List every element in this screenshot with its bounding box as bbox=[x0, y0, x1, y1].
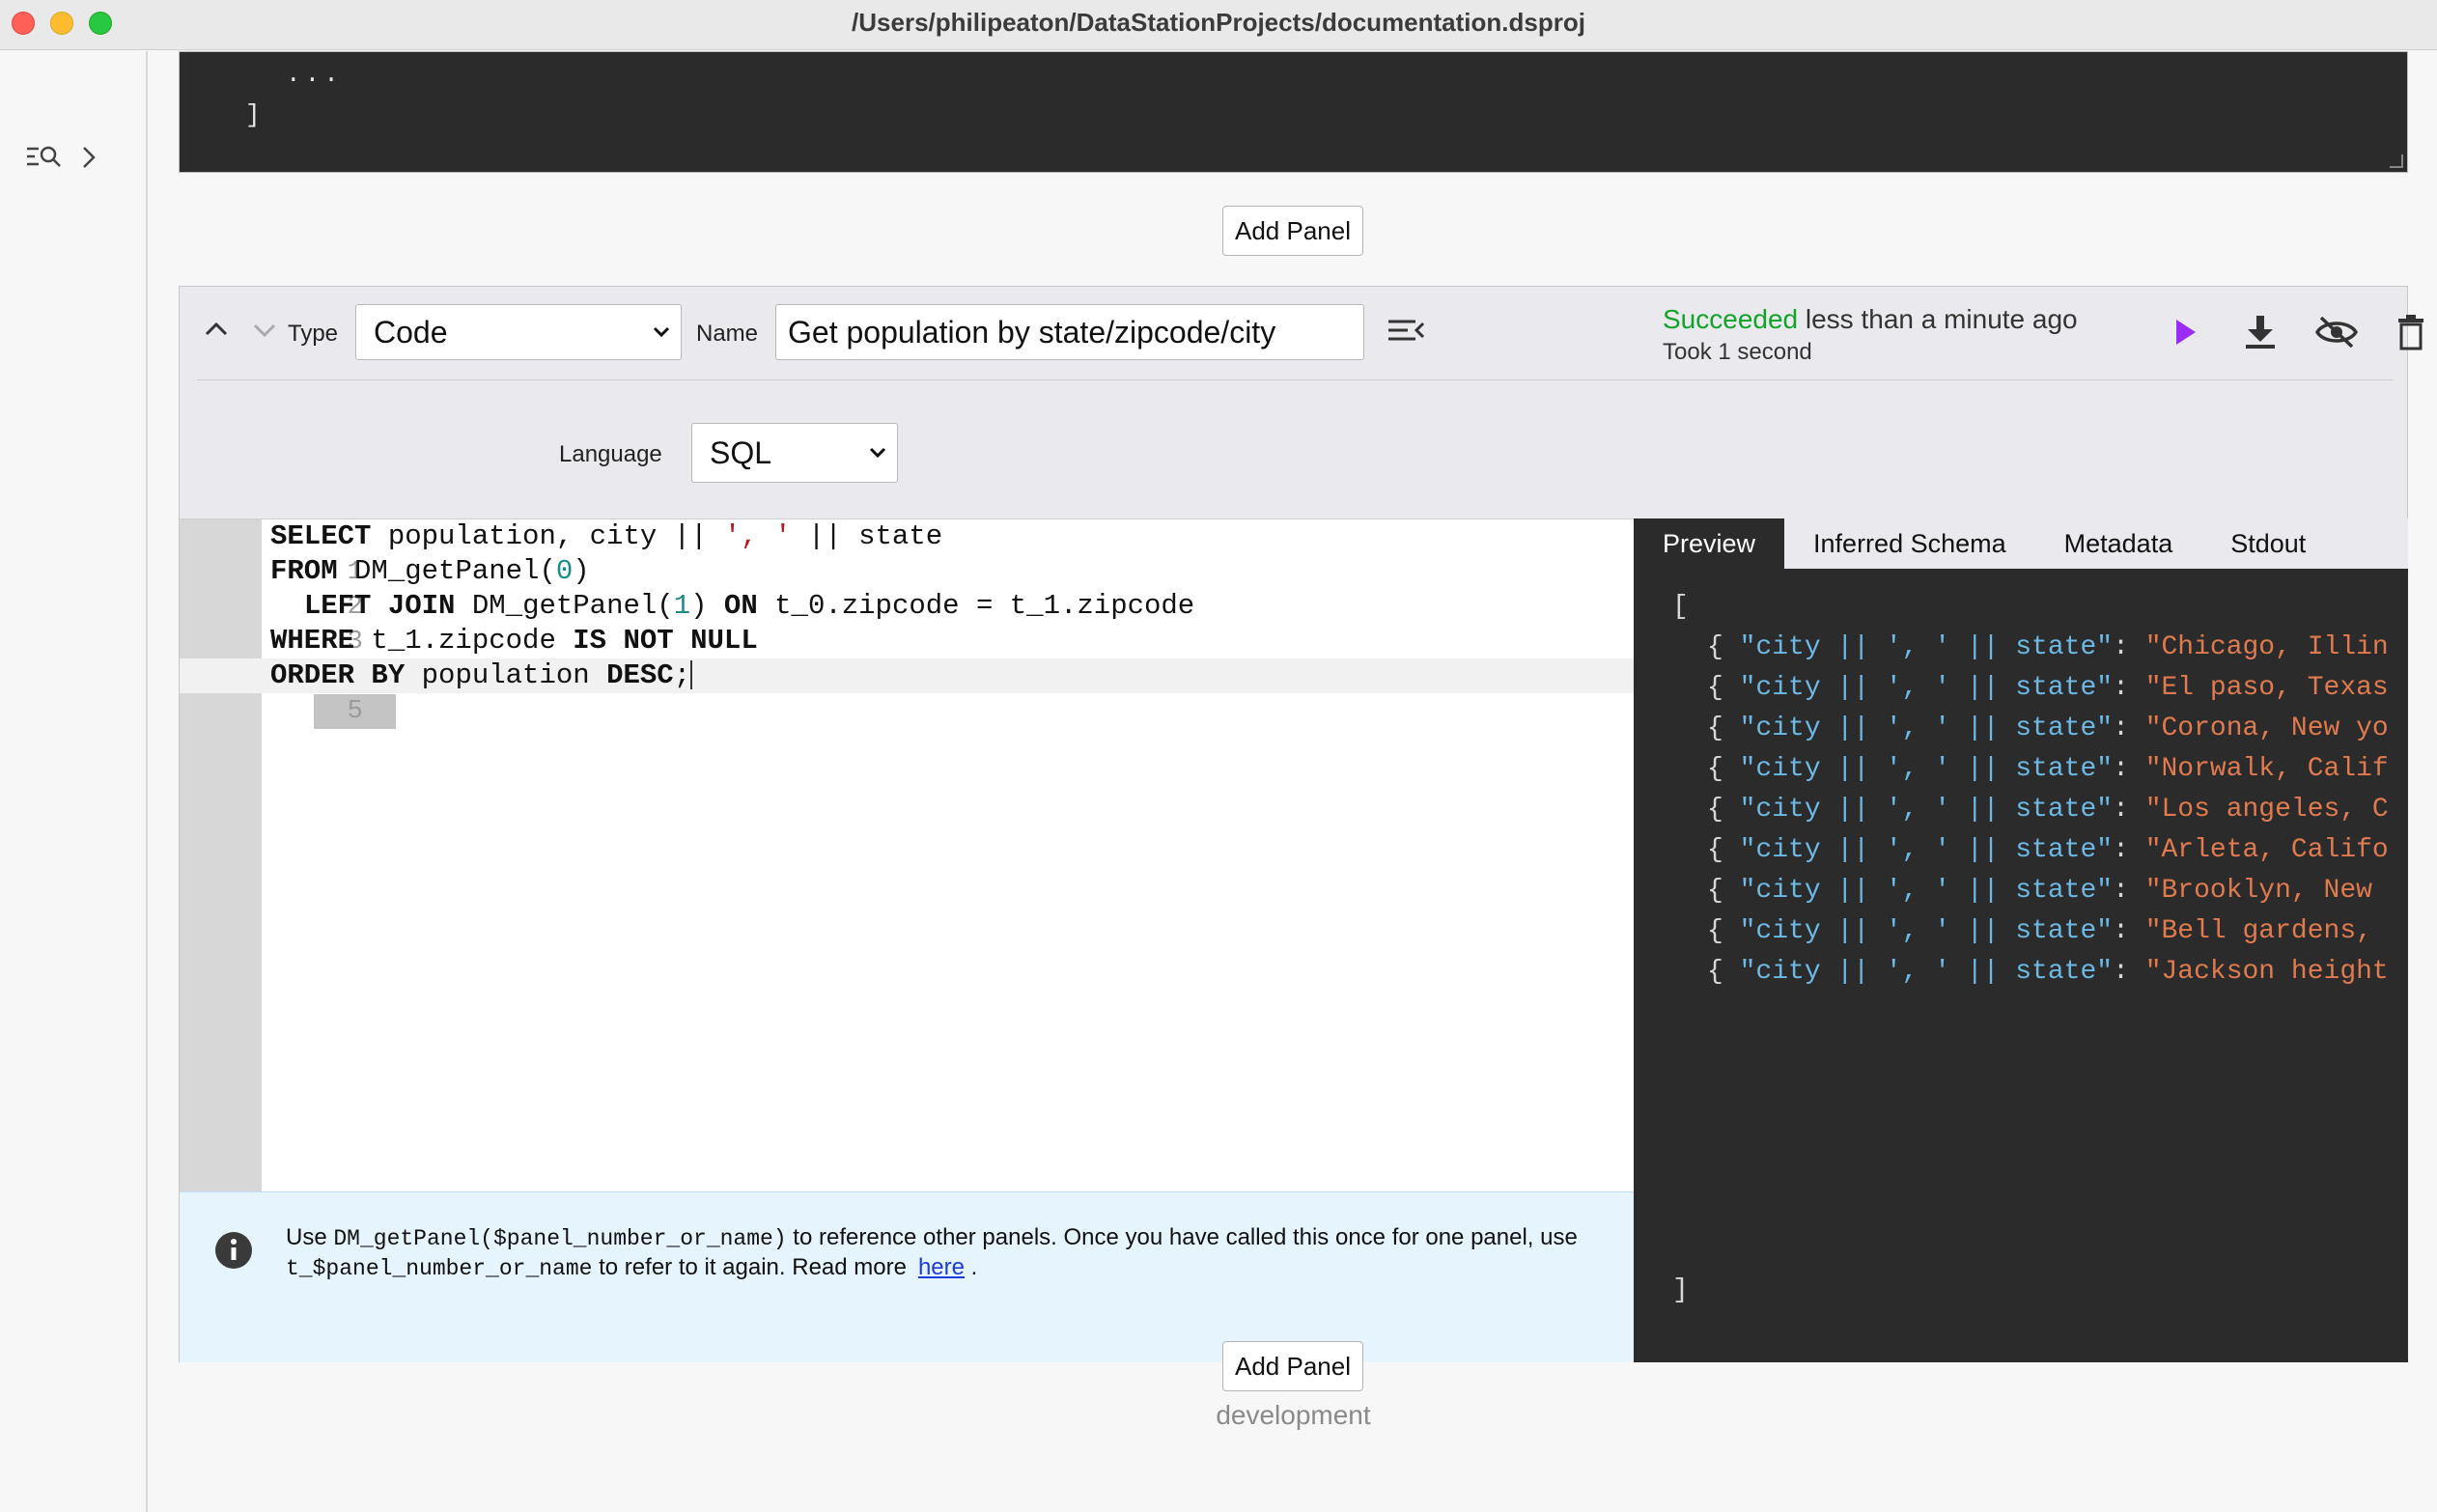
main-content: ... ] Add Panel Type Code Name Get popul… bbox=[150, 51, 2437, 1512]
json-close-bracket: ] bbox=[1672, 1275, 1689, 1305]
json-row: { "city || ', ' || state": "Los angeles,… bbox=[1707, 795, 2389, 825]
collapse-button[interactable] bbox=[1384, 308, 1428, 352]
previous-output-ellipsis: ... bbox=[286, 60, 343, 89]
code-line-text: SELECT population, city || ', ' || state bbox=[270, 520, 943, 552]
resize-handle[interactable] bbox=[2390, 154, 2403, 168]
sidebar-toggle[interactable] bbox=[25, 136, 106, 179]
results-tabs: Preview Inferred Schema Metadata Stdout bbox=[1634, 518, 2408, 569]
json-row: { "city || ', ' || state": "Brooklyn, Ne… bbox=[1707, 876, 2389, 906]
eye-off-icon bbox=[2314, 316, 2359, 349]
code-line-active[interactable]: 5 ORDER BY population DESC; bbox=[180, 658, 1634, 729]
chevron-right-icon bbox=[83, 147, 96, 168]
window-title: /Users/philipeaton/DataStationProjects/d… bbox=[852, 8, 1585, 37]
delete-panel-button[interactable] bbox=[2391, 308, 2431, 356]
panel-name-input[interactable]: Get population by state/zipcode/city bbox=[775, 304, 1364, 360]
json-row: { "city || ', ' || state": "Bell gardens… bbox=[1707, 916, 2389, 946]
status-succeeded: Succeeded bbox=[1663, 304, 1799, 334]
download-button[interactable] bbox=[2236, 308, 2284, 356]
add-panel-button[interactable]: Add Panel bbox=[1222, 206, 1363, 256]
previous-output-bracket: ] bbox=[245, 100, 261, 129]
chevron-down-icon[interactable] bbox=[247, 312, 282, 347]
results-pane: Preview Inferred Schema Metadata Stdout … bbox=[1634, 518, 2408, 1362]
read-more-link[interactable]: here bbox=[918, 1254, 965, 1280]
tab-preview[interactable]: Preview bbox=[1634, 518, 1785, 569]
chevron-down-icon bbox=[869, 447, 886, 459]
tab-inferred-schema[interactable]: Inferred Schema bbox=[1784, 518, 2035, 569]
title-bar: /Users/philipeaton/DataStationProjects/d… bbox=[0, 0, 2437, 50]
json-row: { "city || ', ' || state": "Jackson heig… bbox=[1707, 957, 2389, 987]
info-function-name: DM_getPanel($panel_number_or_name) bbox=[333, 1226, 787, 1251]
json-row: { "city || ', ' || state": "Arleta, Cali… bbox=[1707, 835, 2389, 865]
tab-metadata[interactable]: Metadata bbox=[2035, 518, 2202, 569]
collapse-icon bbox=[1388, 320, 1425, 341]
add-panel-button[interactable]: Add Panel bbox=[1222, 1341, 1363, 1391]
json-row: { "city || ', ' || state": "El paso, Tex… bbox=[1707, 673, 2389, 703]
json-row: { "city || ', ' || state": "Norwalk, Cal… bbox=[1707, 754, 2389, 784]
language-select[interactable]: SQL bbox=[691, 423, 898, 483]
chevron-down-icon bbox=[653, 326, 670, 338]
code-line-text: ORDER BY population DESC; bbox=[270, 659, 693, 691]
run-status: Succeeded less than a minute ago Took 1 … bbox=[1663, 304, 2145, 366]
type-label: Type bbox=[288, 321, 339, 347]
language-label: Language bbox=[559, 441, 662, 467]
play-icon bbox=[2176, 320, 2196, 345]
info-text: Use DM_getPanel($panel_number_or_name) t… bbox=[286, 1224, 1578, 1281]
code-editor[interactable]: 1 SELECT population, city || ', ' || sta… bbox=[180, 518, 1634, 1191]
line-number: 5 bbox=[314, 694, 397, 729]
sidebar-search-icon bbox=[27, 146, 61, 167]
json-row: { "city || ', ' || state": "Chicago, Ill… bbox=[1707, 632, 2389, 662]
trash-icon bbox=[2398, 315, 2423, 350]
tab-stdout[interactable]: Stdout bbox=[2201, 518, 2335, 569]
preview-output: [ ] { "city || ', ' || state": "Chicago,… bbox=[1634, 569, 2408, 1362]
download-icon bbox=[2246, 316, 2275, 349]
code-line[interactable]: 1 SELECT population, city || ', ' || sta… bbox=[180, 519, 1634, 587]
json-open-bracket: [ bbox=[1672, 592, 1689, 622]
panel-header: Type Code Name Get population by state/z… bbox=[180, 287, 2423, 379]
json-row: { "city || ', ' || state": "Corona, New … bbox=[1707, 714, 2389, 743]
info-variable-name: t_$panel_number_or_name bbox=[286, 1256, 593, 1281]
name-label: Name bbox=[696, 321, 759, 347]
previous-panel-output: ... ] bbox=[179, 51, 2408, 173]
code-line-text: WHERE t_1.zipcode IS NOT NULL bbox=[270, 625, 758, 657]
header-divider bbox=[197, 379, 2394, 380]
sidebar bbox=[0, 51, 148, 1512]
type-select-value: Code bbox=[374, 314, 448, 350]
chevron-up-icon[interactable] bbox=[199, 312, 234, 347]
status-duration: Took 1 second bbox=[1663, 339, 1812, 365]
environment-label: development bbox=[1216, 1400, 1371, 1430]
code-panel: Type Code Name Get population by state/z… bbox=[179, 286, 2423, 1362]
code-line[interactable]: 3 LEFT JOIN DM_getPanel(1) ON t_0.zipcod… bbox=[180, 589, 1634, 657]
code-line[interactable]: 2 FROM DM_getPanel(0) bbox=[180, 554, 1634, 622]
language-select-value: SQL bbox=[710, 434, 772, 470]
code-line-text: LEFT JOIN DM_getPanel(1) ON t_0.zipcode … bbox=[303, 590, 1195, 622]
hide-output-button[interactable] bbox=[2310, 308, 2364, 356]
info-banner: Use DM_getPanel($panel_number_or_name) t… bbox=[180, 1191, 1634, 1362]
info-icon bbox=[215, 1232, 252, 1269]
code-line-text: FROM DM_getPanel(0) bbox=[270, 555, 590, 587]
type-select[interactable]: Code bbox=[355, 304, 682, 360]
text-cursor bbox=[690, 660, 693, 690]
status-time: less than a minute ago bbox=[1798, 304, 2078, 334]
run-button[interactable] bbox=[2164, 308, 2208, 356]
code-line[interactable]: 4 WHERE t_1.zipcode IS NOT NULL bbox=[180, 624, 1634, 691]
